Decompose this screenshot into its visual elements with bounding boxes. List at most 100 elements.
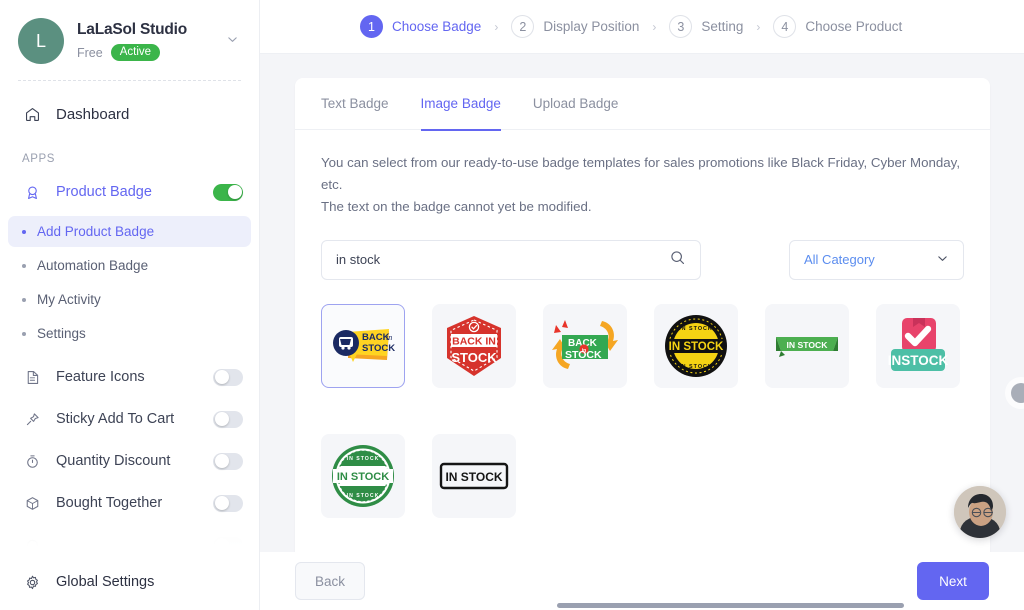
toggle-knob (214, 496, 229, 510)
chevron-down-icon (936, 252, 949, 268)
tab-label: Upload Badge (532, 96, 619, 111)
svg-text:IN STOCK: IN STOCK (347, 493, 380, 499)
badge-description: You can select from our ready-to-use bad… (295, 130, 990, 218)
description-line-2: The text on the badge cannot yet be modi… (321, 198, 592, 214)
sidebar-item-automation-badge[interactable]: Automation Badge (8, 250, 251, 281)
sidebar-item-my-activity[interactable]: My Activity (8, 284, 251, 315)
horizontal-scrollbar[interactable] (557, 603, 904, 608)
bullet-icon (22, 331, 26, 336)
tab-upload-badge[interactable]: Upload Badge (533, 78, 619, 130)
tab-label: Text Badge (321, 96, 389, 111)
sidebar-item-feature-icons[interactable]: Feature Icons (0, 356, 259, 398)
next-button[interactable]: Next (917, 562, 989, 600)
sidebar-item-bought-together[interactable]: Bought Together (0, 482, 259, 524)
svg-text:IN STOCK: IN STOCK (337, 471, 389, 483)
badge-thumb-back-in-stock-yellow-cart[interactable]: BACK in STOCK (321, 303, 405, 388)
product-badge-toggle[interactable] (213, 183, 243, 201)
search-box[interactable] (321, 239, 701, 280)
quantity-discount-toggle[interactable] (213, 452, 243, 470)
search-icon[interactable] (669, 249, 686, 271)
badge-type-tabs: Text Badge Image Badge Upload Badge (295, 78, 990, 131)
sidebar-item-label: Quantity Discount (56, 453, 171, 469)
svg-text:IN STOCK: IN STOCK (679, 326, 713, 332)
truncated-toggle[interactable] (213, 536, 243, 554)
toggle-knob (227, 185, 242, 199)
app-root: L LaLaSol Studio Free Active Dashboard A… (0, 0, 1024, 610)
bought-together-toggle[interactable] (213, 494, 243, 512)
sidebar-item-label: Bought Together (56, 495, 163, 511)
store-plan-label: Free (77, 45, 103, 60)
badge-thumb-back-in-stock-red-hexagon[interactable]: BACK IN STOCK (432, 303, 516, 388)
back-button-label: Back (314, 573, 345, 589)
description-line-1: You can select from our ready-to-use bad… (321, 155, 961, 192)
sidebar-item-label: Feature Icons (56, 369, 145, 385)
sticky-add-to-cart-toggle[interactable] (213, 410, 243, 428)
tab-image-badge[interactable]: Image Badge (420, 78, 502, 131)
step-choose-badge[interactable]: 1 Choose Badge (360, 15, 481, 38)
sidebar-item-quantity-discount[interactable]: Quantity Discount (0, 440, 259, 482)
step-separator: › (652, 19, 657, 34)
wizard-footer: Back Next (260, 552, 1024, 610)
sidebar-item-label: Product Badge (56, 184, 152, 200)
category-selected-value: All Category (804, 252, 875, 268)
sidebar-item-add-product-badge[interactable]: Add Product Badge (8, 216, 251, 247)
step-label: Choose Product (805, 19, 903, 34)
sidebar-item-label: My Activity (37, 292, 101, 307)
step-number: 4 (773, 15, 797, 38)
step-choose-product[interactable]: 4 Choose Product (773, 15, 902, 38)
svg-text:INSTOCK: INSTOCK (888, 353, 949, 368)
badge-filters: All Category (295, 218, 990, 280)
tab-text-badge[interactable]: Text Badge (321, 78, 389, 130)
product-badge-submenu: Add Product Badge Automation Badge My Ac… (0, 211, 259, 356)
step-display-position[interactable]: 2 Display Position (511, 15, 639, 38)
svg-text:IN STOCK: IN STOCK (787, 340, 829, 350)
home-icon (22, 104, 42, 124)
category-select[interactable]: All Category (789, 239, 964, 280)
step-setting[interactable]: 3 Setting (669, 15, 743, 38)
document-icon (22, 367, 42, 387)
gear-icon (22, 574, 42, 591)
store-switcher[interactable]: L LaLaSol Studio Free Active (0, 0, 259, 80)
store-avatar: L (18, 18, 64, 64)
badge-thumb-in-stock-green-stamp[interactable]: IN STOCK IN STOCK IN STOCK (321, 433, 405, 518)
chevron-down-icon[interactable] (222, 33, 243, 50)
sidebar-item-label: Add Product Badge (37, 224, 155, 239)
store-meta: LaLaSol Studio Free Active (77, 21, 222, 62)
step-label: Setting (701, 19, 744, 34)
svg-text:STOCK: STOCK (362, 343, 395, 354)
svg-text:BACK IN: BACK IN (452, 335, 496, 347)
badge-grid-row-2: IN STOCK IN STOCK IN STOCK IN STOCK (295, 398, 990, 528)
back-button[interactable]: Back (295, 562, 365, 600)
badge-thumb-in-stock-green-ribbon[interactable]: IN STOCK (765, 303, 849, 388)
svg-text:STOCK: STOCK (451, 350, 497, 365)
sidebar-item-sticky-add-to-cart[interactable]: Sticky Add To Cart (0, 398, 259, 440)
sidebar-item-product-badge[interactable]: Product Badge (0, 173, 259, 211)
sidebar-item-dashboard[interactable]: Dashboard (0, 95, 259, 133)
stepper: 1 Choose Badge › 2 Display Position › 3 … (360, 15, 902, 38)
bullet-icon (22, 297, 26, 302)
content-scroll-region[interactable]: Text Badge Image Badge Upload Badge You … (260, 54, 1024, 610)
sidebar-item-global-settings[interactable]: Global Settings (0, 554, 258, 610)
sidebar-item-label: Dashboard (56, 105, 130, 123)
svg-text:IN STOCK: IN STOCK (679, 364, 713, 370)
step-separator: › (756, 19, 761, 34)
search-input[interactable] (336, 252, 669, 268)
step-separator: › (494, 19, 499, 34)
toggle-knob (214, 412, 229, 426)
support-agent-avatar[interactable] (954, 486, 1006, 538)
sidebar-item-label: Sticky Add To Cart (56, 411, 175, 427)
sidebar-item-settings[interactable]: Settings (8, 318, 251, 349)
timer-icon (22, 451, 42, 471)
panel-drag-handle[interactable] (1011, 383, 1024, 403)
partial-icon (22, 535, 42, 555)
next-button-label: Next (939, 573, 967, 589)
feature-icons-toggle[interactable] (213, 368, 243, 386)
toggle-knob (214, 538, 229, 552)
store-avatar-initial: L (35, 30, 46, 51)
badge-thumb-in-stock-black-outline[interactable]: IN STOCK (432, 433, 516, 518)
badge-thumb-back-in-stock-green-arrows[interactable]: BACK in STOCK (543, 303, 627, 388)
svg-text:in: in (386, 333, 392, 342)
badge-thumb-instock-pink-check[interactable]: INSTOCK (876, 303, 960, 388)
tab-label: Image Badge (420, 96, 501, 111)
badge-thumb-in-stock-black-yellow-circle[interactable]: IN STOCK IN STOCK IN STOCK (654, 303, 738, 388)
